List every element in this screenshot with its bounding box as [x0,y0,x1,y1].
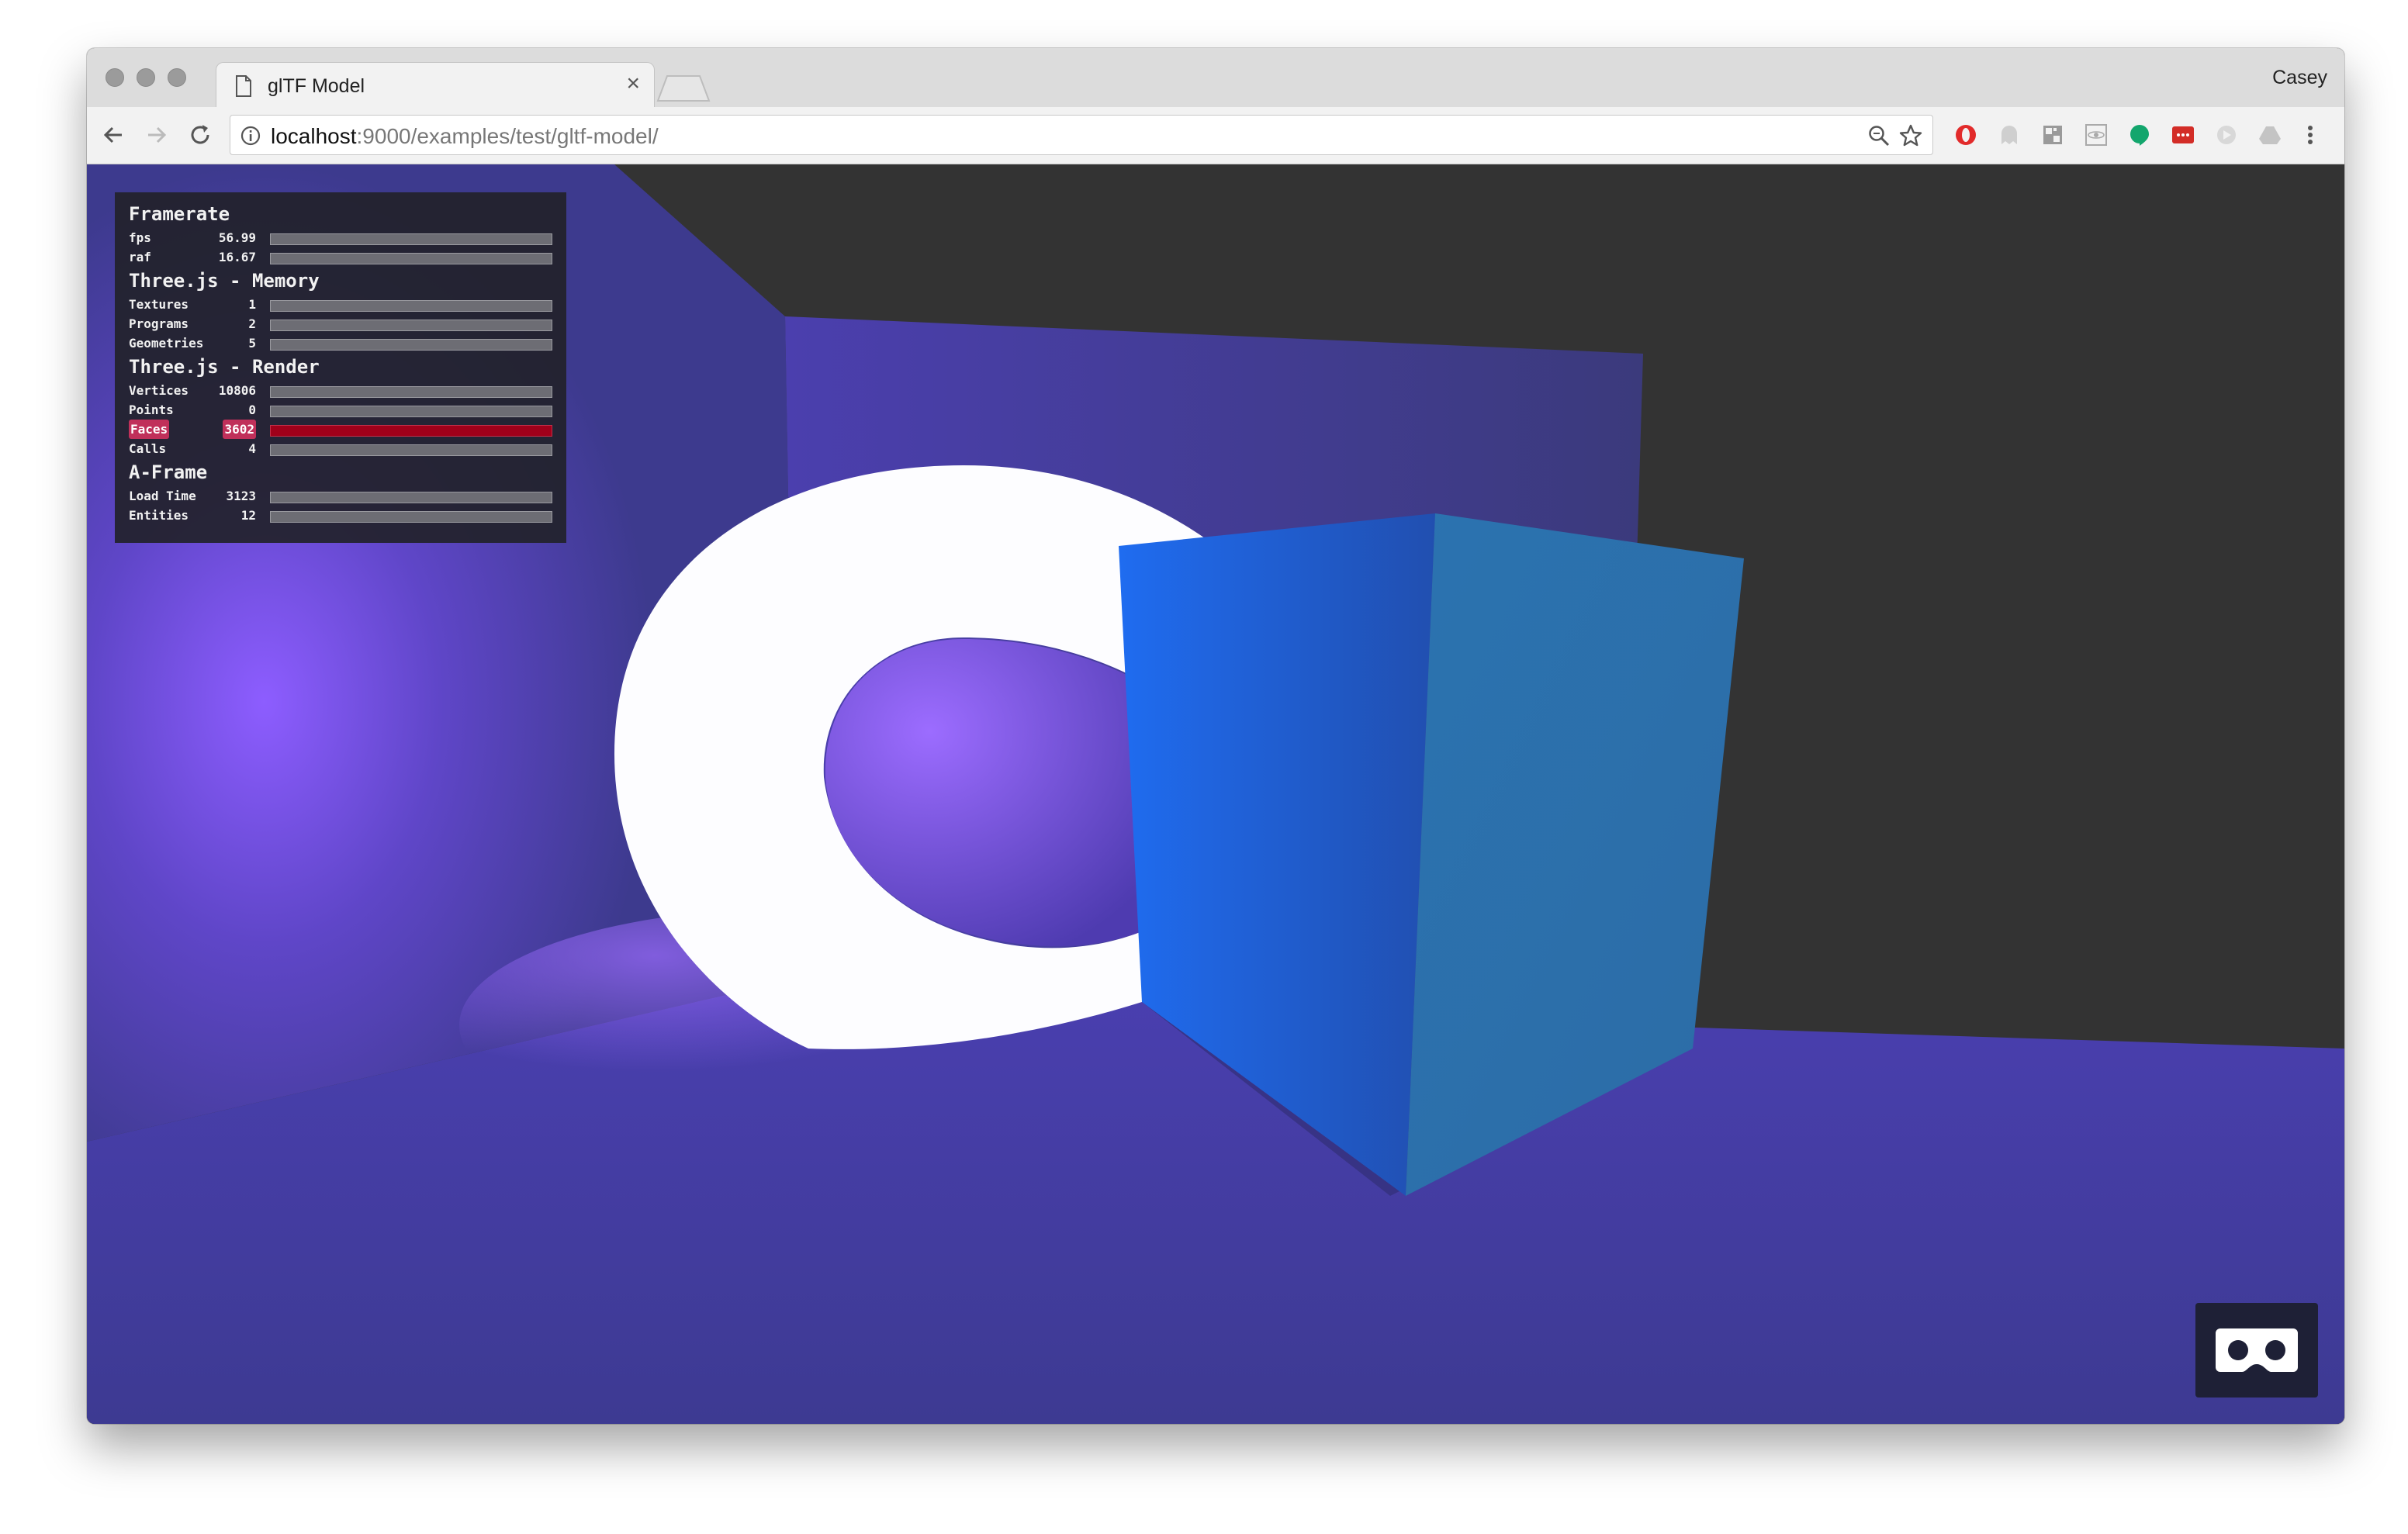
qr-extension-icon[interactable] [2040,123,2065,147]
stats-row-fps: fps 56.99 [129,228,552,247]
stats-row-programs: Programs 2 [129,314,552,333]
stats-label: Textures [129,297,189,312]
stats-label: Faces [129,420,170,439]
drive-extension-icon[interactable] [2258,123,2282,147]
stats-row-geometries: Geometries 5 [129,333,552,353]
url-path: :9000/examples/test/gltf-model/ [356,124,659,148]
tab-gltf-model[interactable]: glTF Model × [216,62,655,109]
stats-label: Geometries [129,336,204,351]
stats-row-entities: Entities 12 [129,506,552,525]
arrow-right-icon [148,126,167,143]
stats-label: Programs [129,316,189,331]
url-host: localhost [271,124,357,148]
disabled-extension-icon[interactable] [2214,123,2239,147]
reload-icon [191,125,209,144]
hangouts-extension-icon[interactable] [2127,123,2152,147]
tab-strip: glTF Model × Casey [87,48,2344,109]
stats-label: Entities [129,508,189,523]
stats-value: 4 [248,441,256,456]
stats-value: 56.99 [218,230,256,245]
profile-name[interactable]: Casey [2272,67,2327,89]
back-button[interactable] [99,121,127,149]
stats-heading-render: Three.js - Render [129,356,320,378]
stats-graph [270,386,552,398]
aframe-scene-canvas[interactable]: Framerate fps 56.99 raf 16.67 Three.js -… [87,164,2344,1424]
browser-toolbar: localhost:9000/examples/test/gltf-model/ [87,107,2344,164]
stats-value: 3123 [226,489,256,503]
react-devtools-icon[interactable] [2084,123,2109,147]
info-icon[interactable] [240,125,261,147]
stats-value: 2 [248,316,256,331]
bookmark-star-icon[interactable] [1898,123,1923,148]
url-text[interactable]: localhost:9000/examples/test/gltf-model/ [271,124,659,149]
stats-graph [270,253,552,264]
address-bar[interactable]: localhost:9000/examples/test/gltf-model/ [230,115,1933,155]
stats-label: raf [129,250,151,264]
minimize-window-button[interactable] [137,68,155,87]
stats-row-points: Points 0 [129,400,552,420]
stats-row-load-time: Load Time 3123 [129,486,552,506]
stats-graph [270,425,552,437]
stats-graph [270,300,552,312]
stats-graph [270,511,552,523]
stats-row-raf: raf 16.67 [129,247,552,267]
stats-graph [270,492,552,503]
stats-row-calls: Calls 4 [129,439,552,458]
stats-label: Vertices [129,383,189,398]
arrow-left-icon [103,126,122,143]
stats-graph [270,444,552,456]
stats-label: Points [129,403,174,417]
stats-graph [270,339,552,351]
stats-value: 3602 [223,420,256,439]
stats-graph [270,233,552,245]
stats-row-faces: Faces 3602 [129,420,552,439]
stats-graph [270,320,552,331]
stats-value: 1 [248,297,256,312]
forward-button[interactable] [143,121,171,149]
ghostery-extension-icon[interactable] [1997,123,2022,147]
stats-panel: Framerate fps 56.99 raf 16.67 Three.js -… [115,192,566,543]
stats-row-vertices: Vertices 10806 [129,381,552,400]
stats-heading-memory: Three.js - Memory [129,270,320,292]
stats-row-textures: Textures 1 [129,295,552,314]
stats-value: 12 [240,508,256,523]
tab-close-icon[interactable]: × [626,72,640,95]
stats-label: Load Time [129,489,196,503]
maximize-window-button[interactable] [168,68,186,87]
zoom-icon[interactable] [1867,124,1891,147]
stats-value: 0 [248,403,256,417]
stats-value: 16.67 [218,250,256,264]
tab-title: glTF Model [268,75,365,97]
enter-vr-button[interactable] [2195,1303,2318,1398]
stats-graph [270,406,552,417]
stats-value: 10806 [218,383,256,398]
stats-heading-aframe: A-Frame [129,461,208,483]
close-window-button[interactable] [106,68,124,87]
vr-goggles-icon [2216,1328,2298,1372]
stats-label: Calls [129,441,167,456]
opera-extension-icon[interactable] [1953,123,1978,147]
stats-label: fps [129,230,151,245]
more-vertical-icon[interactable] [2298,123,2323,147]
new-tab-icon[interactable] [656,74,711,102]
reload-button[interactable] [186,121,214,149]
document-icon [236,75,251,97]
lastpass-extension-icon[interactable] [2171,123,2195,147]
stats-value: 5 [248,336,256,351]
stats-heading-framerate: Framerate [129,203,230,225]
browser-window: glTF Model × Casey localhost:9000/exampl… [87,48,2344,1424]
